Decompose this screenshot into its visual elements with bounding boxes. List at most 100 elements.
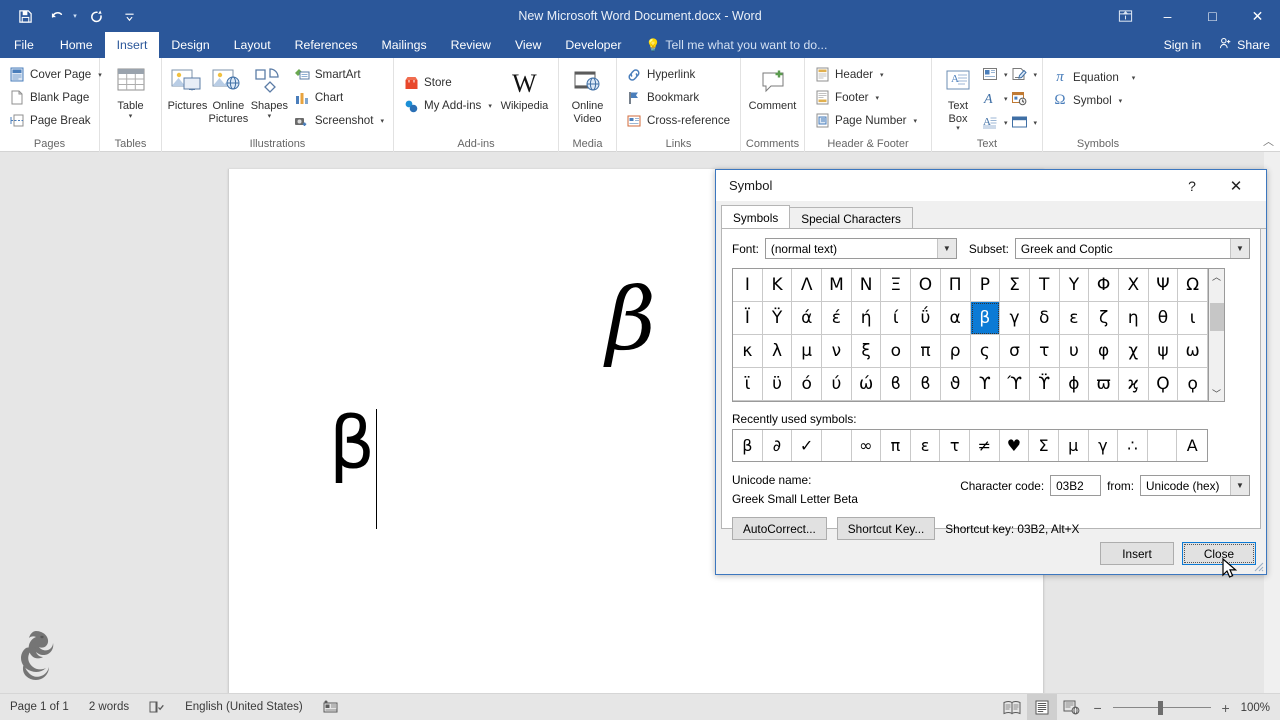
symbol-cell[interactable]: ϐ (881, 368, 912, 401)
scroll-up-icon[interactable]: ︿ (1209, 269, 1224, 284)
online-video-button[interactable]: Online Video (564, 61, 611, 125)
chevron-down-icon[interactable]: ▼ (936, 239, 956, 258)
symbol-cell[interactable]: Π (940, 269, 971, 302)
symbol-cell[interactable]: Φ (1089, 269, 1119, 302)
shortcut-key-button[interactable]: Shortcut Key... (836, 517, 936, 540)
drop-cap-icon[interactable]: A (979, 112, 1001, 134)
symbol-cell[interactable]: Ω (1178, 269, 1208, 302)
chart-button[interactable]: Chart (290, 86, 388, 109)
symbol-cell[interactable]: ξ (851, 335, 882, 368)
recent-symbol-cell[interactable]: τ (940, 430, 970, 461)
symbol-cell[interactable]: ϔ (1029, 368, 1060, 401)
symbol-cell[interactable]: Ϙ (1148, 368, 1179, 401)
symbol-cell[interactable]: η (1118, 302, 1149, 335)
symbol-cell[interactable]: τ (1029, 335, 1060, 368)
status-language[interactable]: English (United States) (175, 694, 313, 720)
recent-symbol-cell[interactable] (822, 430, 852, 461)
chevron-down-icon[interactable]: ▾ (1132, 74, 1136, 82)
recent-symbol-cell[interactable]: ♥ (1000, 430, 1030, 461)
scroll-down-icon[interactable]: ﹀ (1209, 386, 1224, 401)
zoom-in-button[interactable]: + (1219, 700, 1233, 716)
recent-symbol-cell[interactable]: ∞ (852, 430, 882, 461)
recent-symbol-cell[interactable]: ✓ (792, 430, 822, 461)
zoom-level[interactable]: 100% (1241, 702, 1280, 714)
print-layout-icon[interactable] (1026, 694, 1057, 720)
tab-insert[interactable]: Insert (104, 32, 160, 58)
from-combo[interactable]: Unicode (hex) ▼ (1140, 475, 1250, 496)
symbol-cell[interactable]: ΰ (911, 302, 941, 335)
symbol-cell[interactable]: Σ (1000, 269, 1030, 302)
recent-symbol-cell[interactable]: ∴ (1118, 430, 1148, 461)
dialog-tab-special-characters[interactable]: Special Characters (789, 207, 913, 229)
tell-me-search[interactable]: 💡 Tell me what you want to do... (633, 32, 827, 58)
recent-symbols-grid[interactable]: β ∂ ✓ ∞ π ε τ ≠ ♥ Σμ γ ∴ Α (732, 429, 1208, 462)
recent-symbol-cell[interactable]: γ (1089, 430, 1119, 461)
symbol-cell[interactable]: Ι (733, 269, 763, 302)
wikipedia-button[interactable]: W Wikipedia (496, 61, 553, 113)
symbol-cell[interactable]: Ο (911, 269, 941, 302)
zoom-slider-thumb[interactable] (1157, 700, 1163, 715)
tab-developer[interactable]: Developer (553, 32, 633, 58)
symbol-grid-scrollbar[interactable]: ︿ ﹀ (1208, 268, 1225, 402)
chevron-down-icon[interactable]: ▾ (1033, 71, 1037, 79)
signature-line-icon[interactable] (1008, 64, 1030, 86)
save-icon[interactable] (10, 3, 40, 29)
chevron-down-icon[interactable]: ▾ (380, 117, 384, 125)
symbol-cell[interactable]: Ρ (970, 269, 1001, 302)
chevron-down-icon[interactable]: ▾ (876, 94, 880, 102)
share-button[interactable]: Share (1211, 32, 1280, 58)
symbol-cell[interactable]: ώ (851, 368, 882, 401)
symbol-cell[interactable]: ϒ (970, 368, 1001, 401)
recent-symbol-cell[interactable]: μ (1059, 430, 1089, 461)
symbol-cell[interactable]: ή (851, 302, 882, 335)
recent-symbol-cell[interactable]: β (733, 430, 763, 461)
tab-references[interactable]: References (283, 32, 370, 58)
table-button[interactable]: Table ▾ (105, 61, 156, 120)
cover-page-button[interactable]: Cover Page ▾ (5, 63, 106, 86)
read-mode-icon[interactable] (997, 694, 1027, 720)
proofing-errors-icon[interactable] (139, 694, 175, 720)
character-code-input[interactable]: 03B2 (1050, 475, 1102, 496)
symbol-cell[interactable]: Κ (762, 269, 793, 302)
chevron-down-icon[interactable]: ▾ (1119, 97, 1123, 105)
chevron-down-icon[interactable]: ▾ (1033, 119, 1037, 127)
symbol-cell[interactable]: α (940, 302, 971, 335)
symbol-cell[interactable]: π (911, 335, 941, 368)
screenshot-button[interactable]: Screenshot ▾ (290, 109, 388, 132)
minimize-button[interactable]: – (1145, 0, 1190, 32)
store-button[interactable]: Store (399, 71, 496, 94)
online-pictures-button[interactable]: Online Pictures (208, 61, 249, 125)
tab-review[interactable]: Review (439, 32, 503, 58)
symbol-cell[interactable]: δ (1029, 302, 1060, 335)
tab-file[interactable]: File (0, 32, 48, 58)
symbol-cell[interactable]: Ν (851, 269, 882, 302)
recent-symbol-cell[interactable]: π (881, 430, 911, 461)
web-layout-icon[interactable] (1057, 694, 1087, 720)
ribbon-display-options-icon[interactable] (1105, 0, 1145, 32)
symbol-cell[interactable]: ρ (940, 335, 971, 368)
symbol-cell[interactable]: Μ (822, 269, 852, 302)
tab-layout[interactable]: Layout (222, 32, 283, 58)
tab-home[interactable]: Home (48, 32, 105, 58)
collapse-ribbon-icon[interactable]: ︿ (1263, 133, 1274, 149)
zoom-out-button[interactable]: − (1091, 700, 1105, 716)
symbol-cell[interactable]: μ (792, 335, 823, 368)
symbol-cell[interactable]: ύ (822, 368, 852, 401)
symbol-button[interactable]: Ω Symbol ▾ (1048, 89, 1139, 112)
smartart-button[interactable]: SmartArt (290, 63, 388, 86)
close-button[interactable]: ✕ (1235, 0, 1280, 32)
symbol-cell[interactable]: σ (1000, 335, 1030, 368)
symbol-cell[interactable]: ϋ (762, 368, 793, 401)
pictures-button[interactable]: Pictures (167, 61, 208, 113)
symbol-cell[interactable]: έ (822, 302, 852, 335)
status-page[interactable]: Page 1 of 1 (0, 694, 79, 720)
symbol-cell[interactable]: ό (792, 368, 823, 401)
symbol-cell[interactable]: ω (1178, 335, 1208, 368)
macro-record-icon[interactable] (313, 694, 349, 720)
symbol-cell[interactable]: Υ (1059, 269, 1090, 302)
recent-symbol-cell[interactable] (1148, 430, 1178, 461)
my-addins-button[interactable]: My Add-ins ▾ (399, 94, 496, 117)
tab-design[interactable]: Design (159, 32, 221, 58)
symbol-cell[interactable]: Τ (1029, 269, 1060, 302)
date-time-icon[interactable] (1008, 88, 1030, 110)
